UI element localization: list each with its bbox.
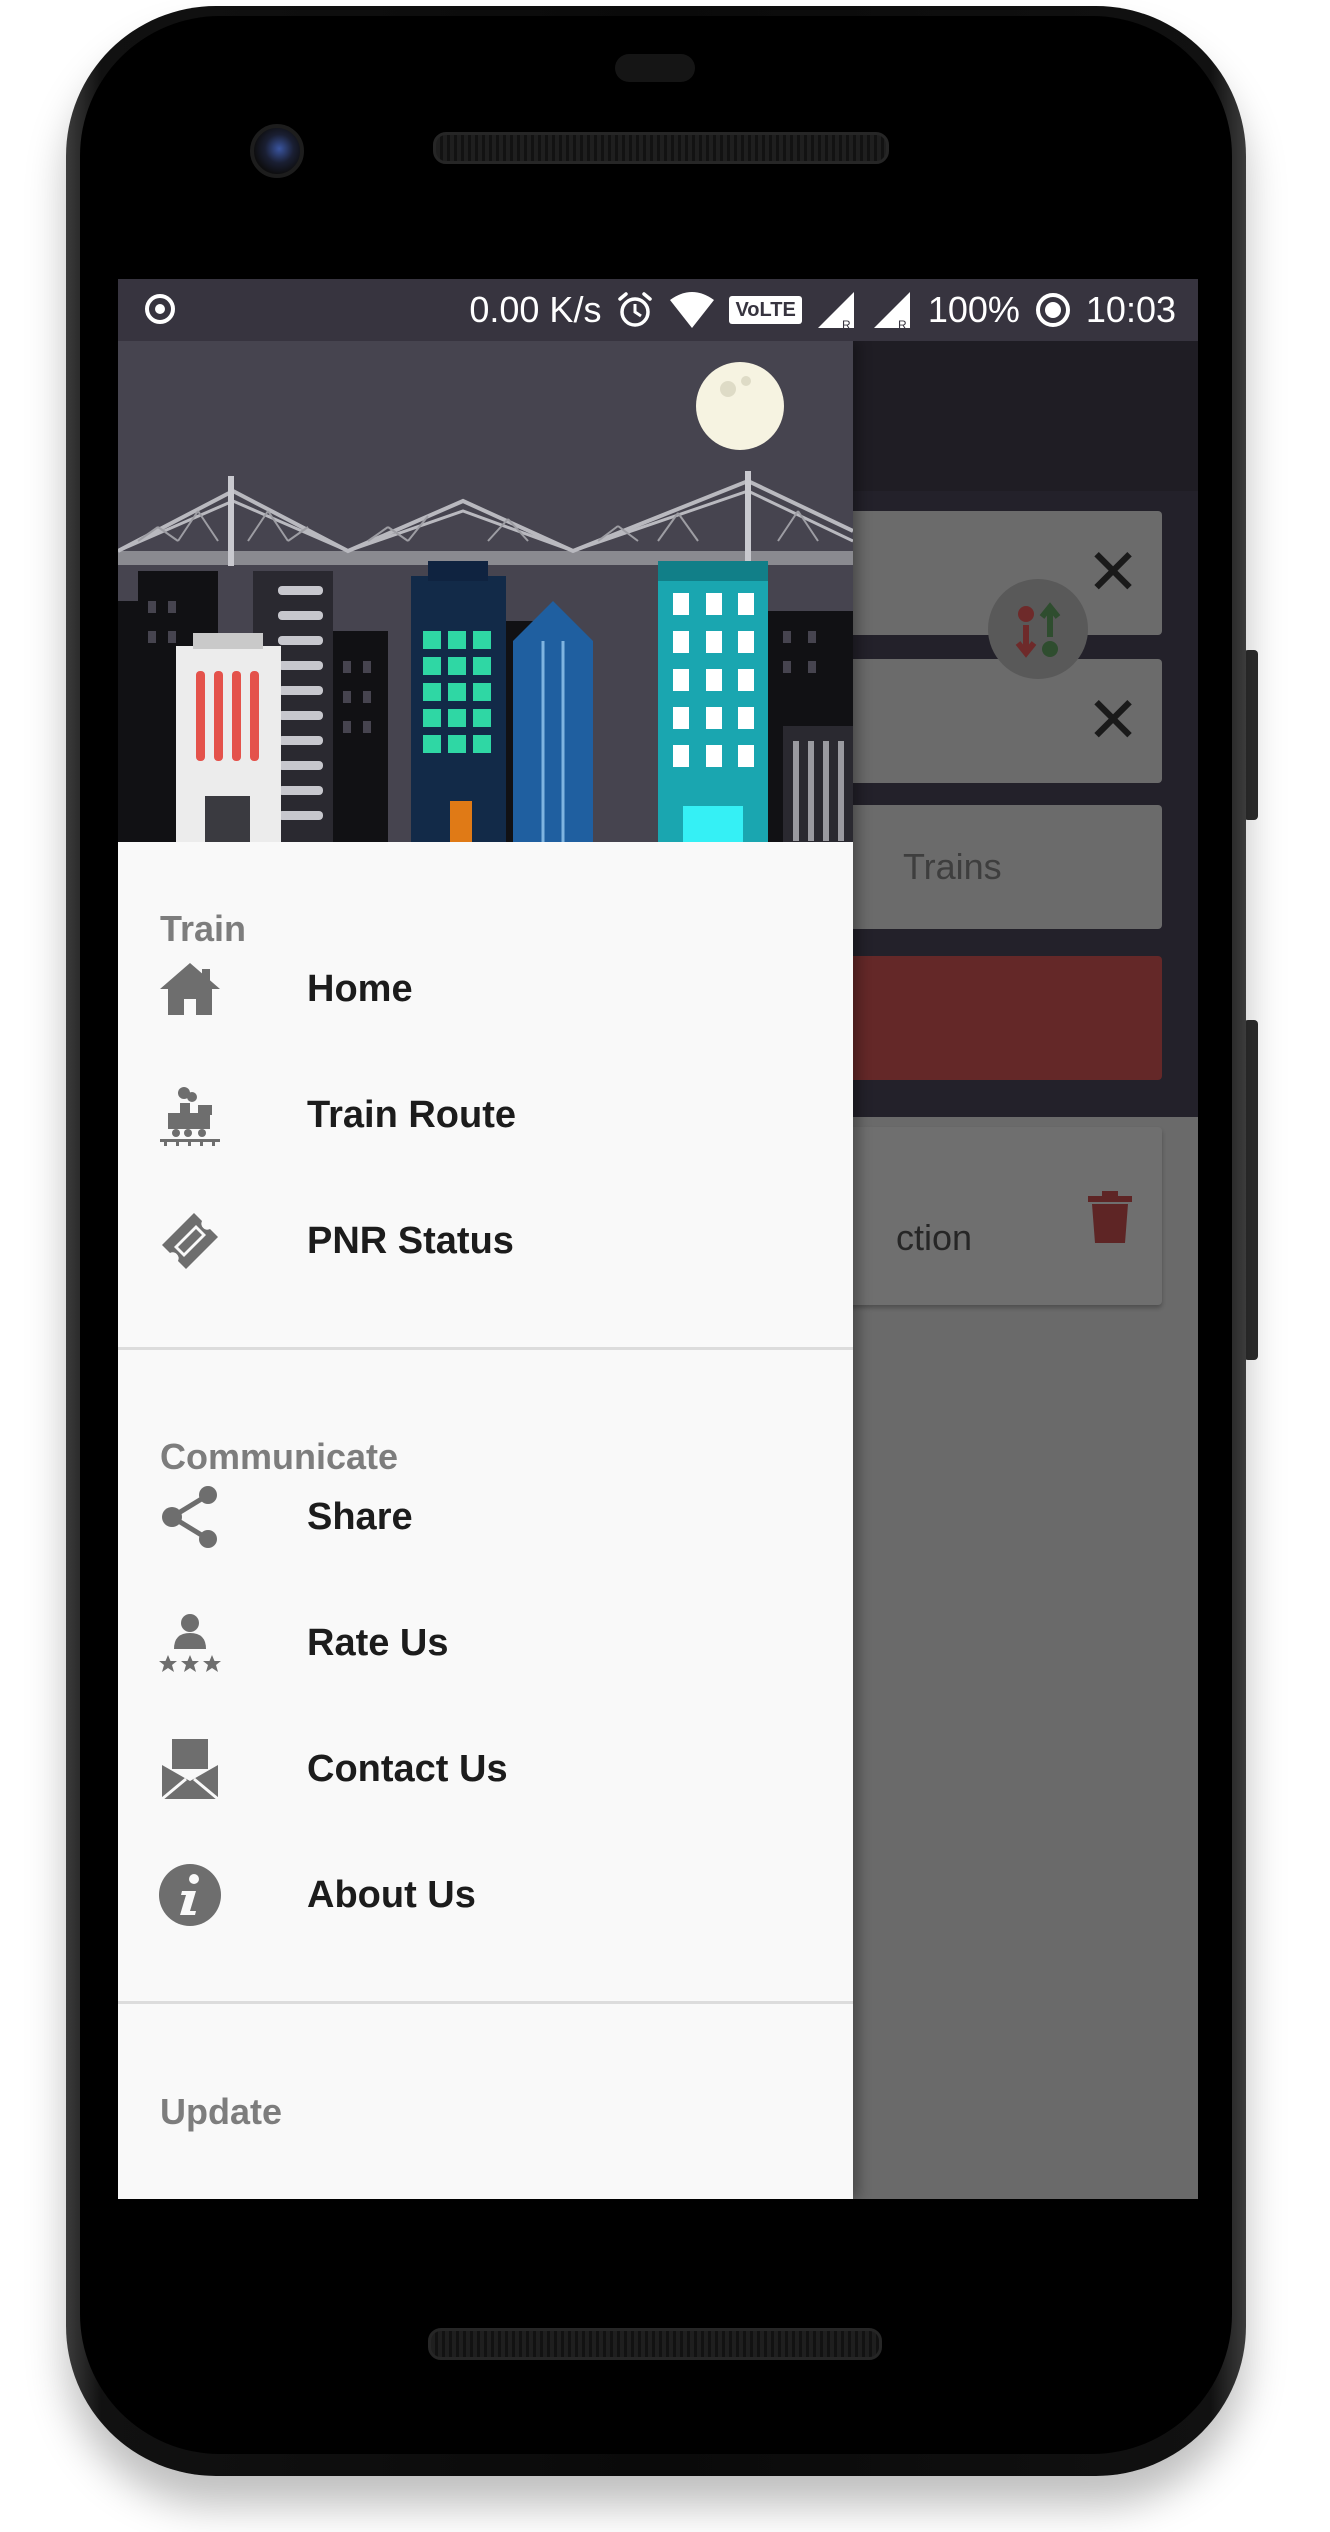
city-skyline-illustration: [118, 341, 853, 842]
record-indicator-icon: [145, 294, 175, 324]
rate-icon: [159, 1614, 221, 1672]
menu-label: Rate Us: [307, 1622, 449, 1664]
mail-icon: [161, 1739, 219, 1801]
menu-label: Home: [307, 968, 413, 1010]
clear-icon: ✕: [1086, 536, 1140, 608]
home-icon: [160, 963, 220, 1015]
svg-text:R: R: [842, 318, 851, 330]
clock: 10:03: [1085, 289, 1176, 330]
menu-item-home[interactable]: Home: [118, 926, 853, 1052]
info-icon: [159, 1864, 221, 1926]
menu-item-about-us[interactable]: About Us: [118, 1832, 853, 1958]
ticket-icon: [162, 1213, 218, 1269]
drawer-header-illustration: [118, 341, 853, 842]
top-speaker-grille: [433, 132, 889, 164]
svg-text:R: R: [898, 318, 907, 330]
train-icon: [160, 1087, 220, 1146]
menu-label: Contact Us: [307, 1748, 508, 1790]
wifi-icon: [670, 292, 715, 328]
menu-item-rate-us[interactable]: Rate Us: [118, 1580, 853, 1706]
menu-item-share[interactable]: Share: [118, 1454, 853, 1580]
device-mockup: 0.00 K/s VoLTE R R 100% 10:03 ✕ ✕ Trains…: [0, 0, 1330, 2532]
menu-item-contact-us[interactable]: Contact Us: [118, 1706, 853, 1832]
alarm-icon: [618, 292, 653, 327]
menu-item-pnr-status[interactable]: PNR Status: [118, 1178, 853, 1304]
battery-icon: [1035, 293, 1070, 327]
trash-icon: [1088, 1191, 1132, 1243]
section-title-update: Update: [160, 2091, 283, 2132]
signal-icon: R: [873, 292, 910, 330]
recent-search-text: ction: [896, 1217, 973, 1258]
menu-label: Train Route: [307, 1094, 517, 1136]
menu-label: About Us: [307, 1874, 476, 1916]
status-bar: 0.00 K/s VoLTE R R 100% 10:03: [118, 279, 1198, 341]
volume-button: [1244, 1020, 1258, 1360]
phone-screen: 0.00 K/s VoLTE R R 100% 10:03 ✕ ✕ Trains…: [118, 279, 1198, 2199]
section-divider: [118, 2001, 853, 2004]
menu-label: PNR Status: [307, 1220, 514, 1262]
front-camera: [250, 124, 304, 178]
volte-badge: VoLTE: [729, 296, 802, 324]
clear-icon: ✕: [1086, 684, 1140, 756]
power-button: [1244, 650, 1258, 820]
section-divider: [118, 1347, 853, 1350]
share-icon: [162, 1486, 217, 1548]
swap-stations-icon: [988, 579, 1088, 679]
battery-level: 100%: [927, 289, 1020, 330]
navigation-drawer: Train Home Train Route PNR Status Commun…: [118, 341, 853, 2199]
network-speed: 0.00 K/s: [469, 289, 602, 330]
menu-label: Share: [307, 1496, 413, 1538]
signal-icon: R: [817, 292, 854, 330]
menu-item-train-route[interactable]: Train Route: [118, 1052, 853, 1178]
status-icons: 0.00 K/s VoLTE R R 100% 10:03: [469, 279, 1176, 341]
phone-earpiece: [615, 54, 695, 82]
bottom-speaker-grille: [428, 2328, 882, 2360]
